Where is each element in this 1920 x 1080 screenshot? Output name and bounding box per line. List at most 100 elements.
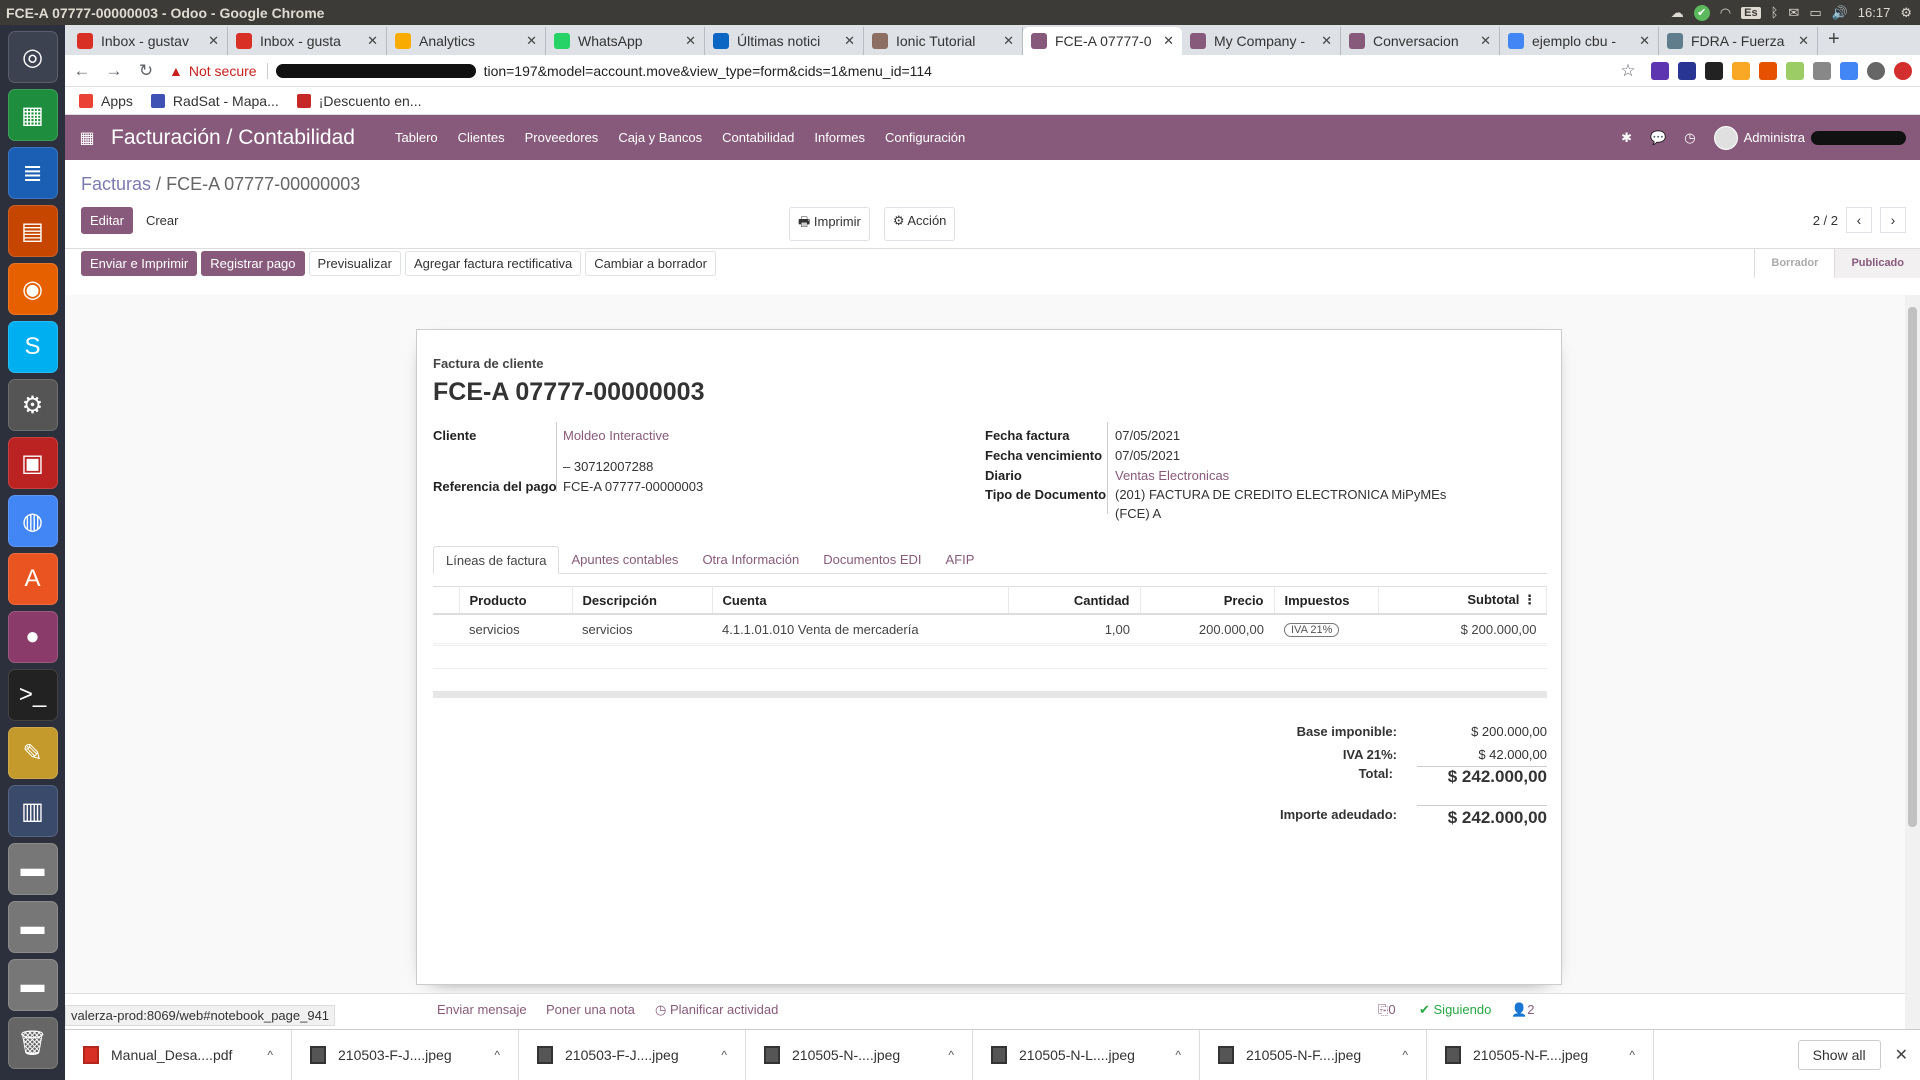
chevron-up-icon[interactable]: ^ — [1629, 1048, 1635, 1062]
trash-icon[interactable]: 🗑 — [7, 1017, 58, 1069]
reset-to-draft-button[interactable]: Cambiar a borrador — [585, 251, 716, 276]
chevron-up-icon[interactable]: ^ — [1175, 1048, 1181, 1062]
workspace-switcher-icon[interactable]: ▥ — [7, 785, 58, 837]
bookmark-item[interactable]: RadSat - Mapa... — [150, 93, 279, 109]
tab-close-icon[interactable]: ✕ — [685, 33, 696, 49]
pager-previous-icon[interactable]: ‹ — [1846, 207, 1872, 233]
browser-tab[interactable]: My Company - ✕ — [1182, 27, 1341, 55]
edit-button[interactable]: Editar — [81, 207, 133, 234]
download-item[interactable]: Manual_Desa....pdf ^ — [65, 1029, 292, 1080]
volume-icon[interactable]: 🔊 — [1832, 5, 1848, 21]
chevron-up-icon[interactable]: ^ — [494, 1048, 500, 1062]
clock[interactable]: 16:17 — [1858, 5, 1891, 20]
send-message-button[interactable]: Enviar mensaje — [437, 1002, 527, 1017]
writer-app-icon[interactable]: ≣ — [7, 147, 58, 199]
ubuntu-logo-icon[interactable]: ◎ — [7, 31, 58, 83]
chrome-icon[interactable]: ◍ — [7, 495, 58, 547]
tab-close-icon[interactable]: ✕ — [1798, 33, 1809, 49]
show-all-downloads-button[interactable]: Show all — [1797, 1040, 1881, 1070]
security-indicator[interactable]: ▲ Not secure — [169, 62, 268, 79]
apps-menu-icon[interactable]: ▦ — [65, 128, 109, 148]
followers-button[interactable]: 👤2 — [1511, 1002, 1534, 1018]
back-icon[interactable]: ← — [73, 61, 91, 81]
extension-icon[interactable] — [1813, 61, 1831, 80]
create-button[interactable]: Crear — [136, 207, 188, 234]
download-item[interactable]: 210505-N-F....jpeg ^ — [1427, 1029, 1654, 1080]
new-tab-icon[interactable]: + — [1818, 28, 1852, 55]
tab-close-icon[interactable]: ✕ — [367, 33, 378, 49]
tab-close-icon[interactable]: ✕ — [1003, 33, 1014, 49]
column-header[interactable]: Descripción — [572, 586, 713, 615]
browser-tab[interactable]: Inbox - gusta ✕ — [228, 27, 387, 55]
table-row[interactable]: servicios servicios 4.1.1.01.010 Venta d… — [433, 614, 1547, 644]
settings-gear-icon[interactable]: ⚙ — [1900, 5, 1912, 21]
text-editor-icon[interactable]: ✎ — [7, 727, 58, 779]
wifi-icon[interactable]: ◠ — [1720, 5, 1731, 21]
menu-item[interactable]: Clientes — [458, 130, 505, 145]
tab-close-icon[interactable]: ✕ — [526, 33, 537, 49]
menu-item[interactable]: Informes — [814, 130, 865, 145]
terminal-icon[interactable]: >_ — [7, 669, 58, 721]
tab-close-icon[interactable]: ✕ — [1163, 33, 1174, 49]
column-options-icon[interactable]: ⋮ — [1523, 592, 1536, 607]
customer-link[interactable]: Moldeo Interactive — [563, 428, 669, 443]
add-credit-note-button[interactable]: Agregar factura rectificativa — [404, 251, 582, 276]
chevron-up-icon[interactable]: ^ — [1402, 1048, 1408, 1062]
drive-icon[interactable]: ▬ — [7, 959, 58, 1011]
breadcrumb-invoices-link[interactable]: Facturas — [81, 174, 151, 194]
browser-tab[interactable]: WhatsApp ✕ — [546, 27, 705, 55]
stage-posted[interactable]: Publicado — [1834, 249, 1920, 278]
user-menu[interactable]: Administra — [1713, 125, 1906, 150]
files-app-icon[interactable]: ▣ — [7, 437, 58, 489]
activity-clock-icon[interactable]: ◷ — [1684, 130, 1695, 146]
log-note-button[interactable]: Poner una nota — [546, 1002, 635, 1017]
bookmark-item[interactable]: Apps — [79, 93, 133, 109]
check-icon[interactable]: ✔ — [1693, 4, 1710, 21]
profile-avatar-icon[interactable] — [1867, 61, 1885, 80]
notebook-tab[interactable]: Otra Información — [690, 546, 811, 573]
browser-tab[interactable]: Conversacion ✕ — [1341, 27, 1500, 55]
bookmark-star-icon[interactable]: ☆ — [1619, 61, 1637, 81]
url-field[interactable]: ▲ Not secure tion=197&model=account.move… — [169, 62, 1605, 79]
menu-item[interactable]: Caja y Bancos — [618, 130, 702, 145]
chevron-up-icon[interactable]: ^ — [721, 1048, 727, 1062]
bluetooth-icon[interactable]: ᛒ — [1771, 5, 1779, 20]
action-button[interactable]: ⚙ Acción — [883, 207, 956, 241]
browser-tab[interactable]: Inbox - gustav ✕ — [69, 27, 228, 55]
extension-icon[interactable] — [1705, 61, 1723, 80]
bookmark-item[interactable]: ¡Descuento en... — [296, 93, 421, 109]
schedule-activity-button[interactable]: ◷ Planificar actividad — [655, 1002, 778, 1018]
following-button[interactable]: ✔ Siguiendo — [1419, 1002, 1491, 1018]
download-item[interactable]: 210505-N-....jpeg ^ — [746, 1029, 973, 1080]
pager-value[interactable]: 2 / 2 — [1813, 213, 1838, 228]
debug-bug-icon[interactable]: ✱ — [1621, 130, 1632, 146]
skype-icon[interactable]: S — [7, 321, 58, 373]
sphere-app-icon[interactable]: ● — [7, 611, 58, 663]
drive-icon[interactable]: ▬ — [7, 843, 58, 895]
mail-icon[interactable]: ✉ — [1788, 5, 1799, 21]
column-header[interactable]: Cantidad — [1008, 586, 1141, 615]
menu-item[interactable]: Tablero — [395, 130, 438, 145]
download-item[interactable]: 210505-N-L....jpeg ^ — [973, 1029, 1200, 1080]
firefox-icon[interactable]: ◉ — [7, 263, 58, 315]
column-header[interactable]: Subtotal ⋮ — [1378, 586, 1547, 615]
download-item[interactable]: 210505-N-F....jpeg ^ — [1200, 1029, 1427, 1080]
close-icon[interactable]: ✕ — [1895, 1045, 1908, 1065]
notebook-tab[interactable]: Líneas de factura — [433, 546, 560, 574]
menu-item[interactable]: Proveedores — [525, 130, 599, 145]
chevron-up-icon[interactable]: ^ — [948, 1048, 954, 1062]
send-print-button[interactable]: Enviar e Imprimir — [81, 251, 198, 276]
preview-button[interactable]: Previsualizar — [308, 251, 401, 276]
tab-close-icon[interactable]: ✕ — [844, 33, 855, 49]
browser-tab[interactable]: ejemplo cbu - ✕ — [1500, 27, 1659, 55]
journal-link[interactable]: Ventas Electronicas — [1115, 468, 1229, 483]
menu-item[interactable]: Configuración — [885, 130, 965, 145]
notebook-tab[interactable]: Apuntes contables — [559, 546, 690, 573]
download-item[interactable]: 210503-F-J....jpeg ^ — [519, 1029, 746, 1080]
tab-close-icon[interactable]: ✕ — [208, 33, 219, 49]
spreadsheet-app-icon[interactable]: ▦ — [7, 89, 58, 141]
browser-tab[interactable]: FCE-A 07777-0 ✕ — [1023, 27, 1182, 55]
download-item[interactable]: 210503-F-J....jpeg ^ — [292, 1029, 519, 1080]
page-scrollbar[interactable] — [1905, 295, 1920, 1055]
register-payment-button[interactable]: Registrar pago — [201, 251, 305, 276]
